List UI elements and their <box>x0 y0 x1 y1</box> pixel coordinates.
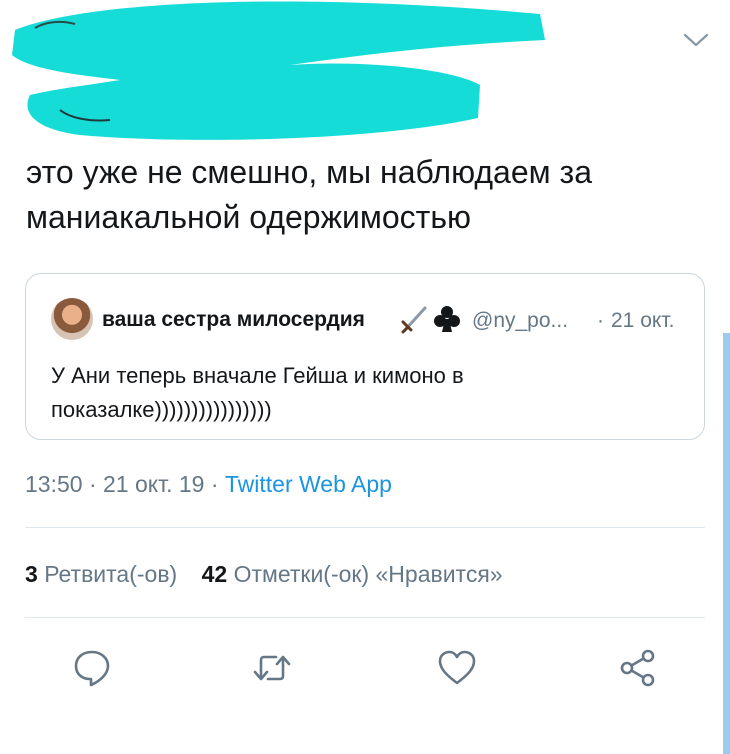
chevron-down-icon[interactable] <box>683 32 709 48</box>
quoted-author-name[interactable]: ваша сестра милосердия <box>102 308 365 332</box>
scrollbar[interactable] <box>723 333 730 754</box>
avatar[interactable] <box>51 298 93 340</box>
redaction-scribble <box>12 1 545 140</box>
tweet-metadata: 13:50 · 21 окт. 19 · Twitter Web App <box>25 471 392 498</box>
quoted-tweet-time[interactable]: 21 окт. <box>611 309 674 333</box>
dagger-emoji-icon <box>401 306 427 334</box>
tweet-stats: 3 Ретвита(-ов) 42 Отметки(-ок) «Нравится… <box>25 561 503 588</box>
separator-dot: · <box>204 471 225 497</box>
reply-icon[interactable] <box>72 648 112 688</box>
share-icon[interactable] <box>618 648 658 688</box>
retweets-stat[interactable]: 3 Ретвита(-ов) <box>25 561 177 587</box>
separator-dot: · <box>597 309 604 332</box>
quoted-tweet-text: У Ани теперь вначале Гейша и кимоно в по… <box>51 363 464 422</box>
likes-stat[interactable]: 42 Отметки(-ок) «Нравится» <box>202 561 503 587</box>
like-icon[interactable] <box>437 648 477 688</box>
club-suit-emoji-icon <box>434 306 460 332</box>
tweet-source-link[interactable]: Twitter Web App <box>225 471 392 497</box>
likes-label: Отметки(-ок) «Нравится» <box>233 561 503 587</box>
retweets-label: Ретвита(-ов) <box>44 561 178 587</box>
retweet-icon[interactable] <box>252 648 292 688</box>
divider <box>25 527 705 528</box>
likes-count: 42 <box>201 561 228 587</box>
quoted-tweet-card[interactable]: ваша сестра милосердия @ny_po... · 21 ок… <box>25 273 705 440</box>
tweet-text: это уже не смешно, мы наблюдаем за маниа… <box>26 154 592 235</box>
dagger-club-emoji-icon <box>401 306 460 334</box>
tweet-timestamp[interactable]: 13:50 · 21 окт. 19 <box>25 471 204 497</box>
divider <box>25 617 705 618</box>
quoted-author-handle[interactable]: @ny_po... <box>472 309 568 333</box>
retweets-count: 3 <box>25 561 38 587</box>
